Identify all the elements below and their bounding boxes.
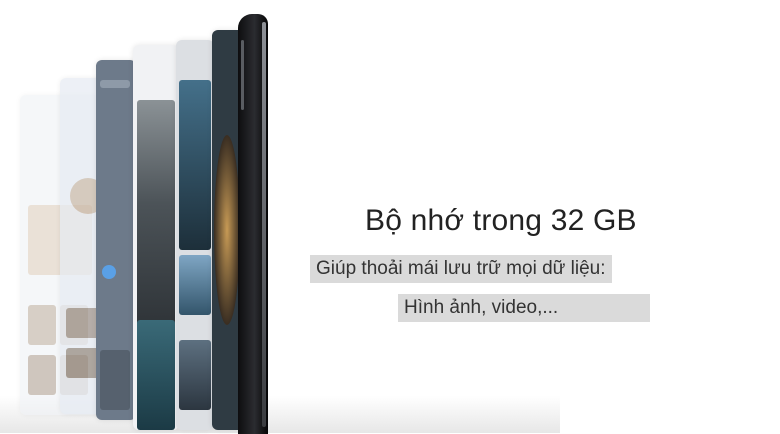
- sea-photo: [179, 340, 211, 410]
- promo-banner: Bộ nhớ trong 32 GB Giúp thoải mái lưu tr…: [0, 0, 780, 434]
- phone-screen-4: [133, 45, 179, 430]
- photo-tile: [28, 305, 56, 345]
- planet-photo: [214, 135, 240, 325]
- app-icon: [102, 265, 116, 279]
- banner-subtitle-line-2: Hình ảnh, video,...: [398, 294, 650, 322]
- phone-screen-5: [176, 40, 214, 430]
- ocean-photo: [137, 320, 175, 430]
- search-bar: [100, 80, 130, 88]
- landscape-photo: [179, 80, 211, 250]
- list-block: [100, 350, 130, 410]
- banner-title: Bộ nhớ trong 32 GB: [365, 204, 637, 237]
- mountain-photo: [137, 100, 175, 330]
- sky-photo: [179, 255, 211, 315]
- phone-side-button: [241, 40, 244, 110]
- banner-subtitle-line-1: Giúp thoải mái lưu trữ mọi dữ liệu:: [310, 255, 612, 283]
- phone-edge: [262, 22, 266, 427]
- photo-tile: [28, 355, 56, 395]
- phone-screen-3: [96, 60, 136, 420]
